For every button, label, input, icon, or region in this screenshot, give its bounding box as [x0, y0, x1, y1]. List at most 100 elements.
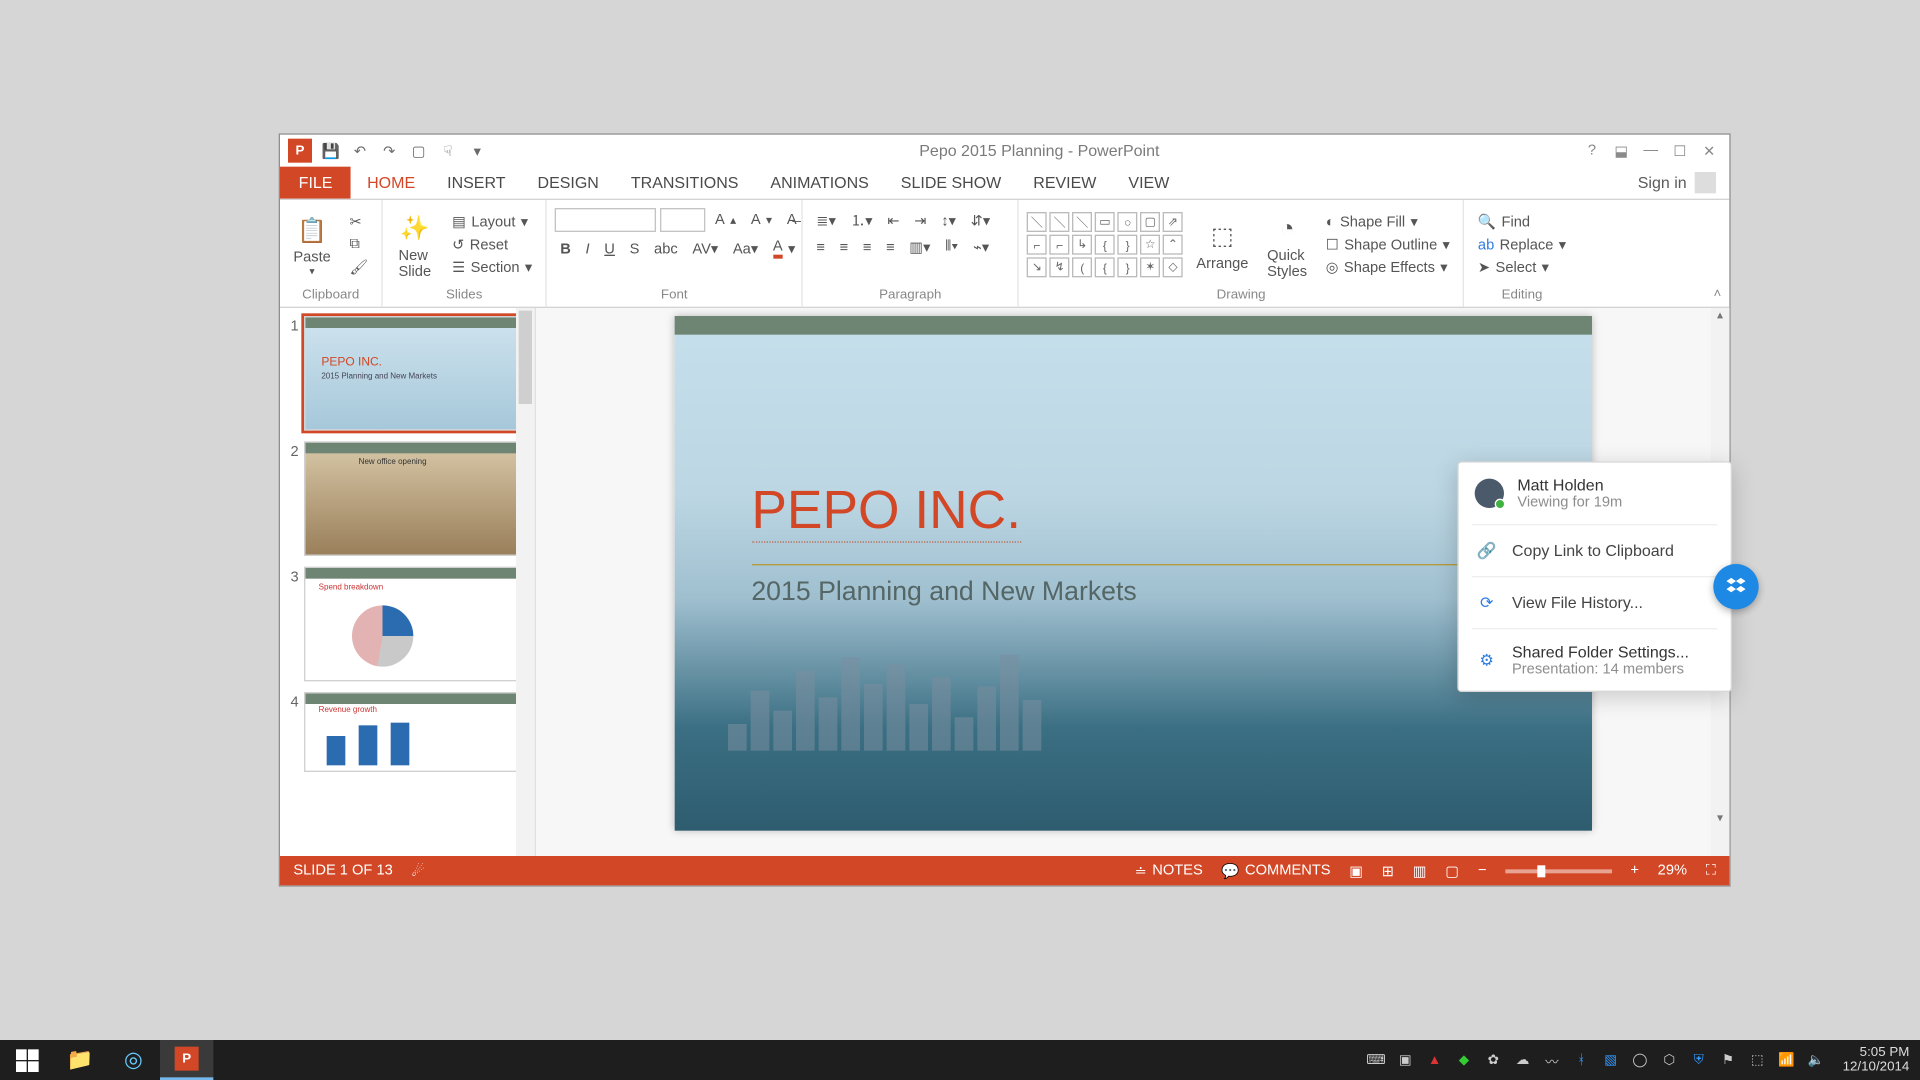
normal-view-icon[interactable]: ▣	[1349, 862, 1363, 879]
slide-1[interactable]: PEPO INC. 2015 Planning and New Markets	[674, 316, 1591, 831]
numbering-button[interactable]: ⒈▾	[845, 208, 878, 232]
copy-link-button[interactable]: 🔗 Copy Link to Clipboard	[1459, 525, 1731, 576]
slide-title[interactable]: PEPO INC.	[751, 481, 1021, 542]
tray-icon[interactable]: ⚑	[1717, 1049, 1738, 1070]
notes-button[interactable]: ≐ NOTES	[1135, 862, 1203, 879]
find-button[interactable]: 🔍Find	[1473, 212, 1572, 232]
zoom-out-button[interactable]: −	[1478, 863, 1487, 879]
qat-more-icon[interactable]: ▾	[467, 140, 488, 161]
tray-icon[interactable]: ▣	[1395, 1049, 1416, 1070]
wifi-icon[interactable]: 📶	[1776, 1049, 1797, 1070]
shapes-gallery[interactable]: ＼＼＼▭○▢⇗ ⌐⌐↳{}☆⌃ ↘↯({}✶◇	[1027, 212, 1183, 277]
justify-button[interactable]: ≡	[881, 238, 900, 257]
thumbnail-4[interactable]: 4 Revenue growth	[285, 692, 529, 772]
thumbnails-scrollbar[interactable]	[516, 308, 535, 856]
tab-transitions[interactable]: TRANSITIONS	[615, 167, 755, 199]
sign-in-link[interactable]: Sign in	[1638, 167, 1730, 199]
redo-icon[interactable]: ↷	[379, 140, 400, 161]
shared-folder-settings-button[interactable]: ⚙ Shared Folder Settings... Presentation…	[1459, 629, 1731, 690]
close-icon[interactable]: ✕	[1700, 141, 1719, 160]
undo-icon[interactable]: ↶	[349, 140, 370, 161]
save-icon[interactable]: 💾	[320, 140, 341, 161]
quick-styles-button[interactable]: ◔Quick Styles	[1262, 207, 1313, 282]
reset-button[interactable]: ↺Reset	[447, 235, 538, 255]
ribbon-collapse-icon[interactable]: ⬓	[1612, 141, 1631, 160]
thumbnail-3[interactable]: 3 Spend breakdown	[285, 567, 529, 682]
fit-to-window-icon[interactable]: ⛶	[1706, 862, 1716, 879]
file-history-button[interactable]: ⟳ View File History...	[1459, 577, 1731, 628]
underline-button[interactable]: U	[599, 239, 620, 258]
section-button[interactable]: ☰Section ▾	[447, 257, 538, 277]
tray-icon[interactable]: ◯	[1629, 1049, 1650, 1070]
thumbnail-2[interactable]: 2 New office opening	[285, 441, 529, 556]
font-color-button[interactable]: A▾	[768, 237, 801, 260]
shape-effects-button[interactable]: ◎Shape Effects ▾	[1320, 257, 1455, 277]
tray-icon[interactable]: ☁	[1512, 1049, 1533, 1070]
volume-icon[interactable]: 🔈	[1805, 1049, 1826, 1070]
shape-outline-button[interactable]: ☐Shape Outline ▾	[1320, 235, 1455, 255]
arrange-button[interactable]: ⬚Arrange	[1191, 215, 1254, 274]
tab-home[interactable]: HOME	[351, 167, 431, 199]
tab-review[interactable]: REVIEW	[1017, 167, 1112, 199]
bold-button[interactable]: B	[555, 239, 576, 258]
maximize-icon[interactable]: ☐	[1671, 141, 1690, 160]
align-right-button[interactable]: ≡	[857, 238, 876, 257]
new-slide-button[interactable]: ✨New Slide	[391, 207, 439, 282]
char-spacing-button[interactable]: AV▾	[687, 239, 724, 259]
reading-view-icon[interactable]: ▥	[1413, 862, 1427, 879]
slideshow-icon[interactable]: ▢	[408, 140, 429, 161]
layout-button[interactable]: ▤Layout ▾	[447, 212, 538, 232]
cut-button[interactable]: ✂	[344, 212, 373, 232]
slide-counter[interactable]: SLIDE 1 OF 13	[293, 863, 392, 879]
increase-indent-button[interactable]: ⇥	[909, 210, 932, 230]
tray-icon[interactable]: ⬚	[1747, 1049, 1768, 1070]
change-case-button[interactable]: Aa▾	[728, 239, 764, 259]
tray-icon[interactable]: ▧	[1600, 1049, 1621, 1070]
tray-icon[interactable]: ⬡	[1659, 1049, 1680, 1070]
smartart-button[interactable]: ⌁▾	[968, 237, 995, 257]
font-name-combo[interactable]	[555, 208, 656, 232]
tab-insert[interactable]: INSERT	[431, 167, 521, 199]
thumbnail-1[interactable]: 1 PEPO INC.2015 Planning and New Markets	[285, 316, 529, 431]
slideshow-view-icon[interactable]: ▢	[1445, 862, 1459, 879]
taskbar-powerpoint[interactable]: P	[160, 1040, 213, 1080]
bullets-button[interactable]: ≣▾	[811, 210, 841, 230]
taskbar-app-1[interactable]: ◎	[107, 1040, 160, 1080]
spellcheck-icon[interactable]: ☄	[411, 862, 424, 879]
tray-icon[interactable]: ▲	[1424, 1049, 1445, 1070]
zoom-percent[interactable]: 29%	[1658, 863, 1687, 879]
tray-icon[interactable]: ⛨	[1688, 1049, 1709, 1070]
align-text-button[interactable]: ⫴▾	[940, 237, 964, 257]
zoom-slider[interactable]	[1505, 869, 1612, 873]
start-button[interactable]	[0, 1040, 53, 1080]
tray-icon[interactable]: ✿	[1483, 1049, 1504, 1070]
taskbar-explorer[interactable]: 📁	[53, 1040, 106, 1080]
sorter-view-icon[interactable]: ⊞	[1382, 862, 1394, 879]
shrink-font-button[interactable]: A▾	[746, 211, 778, 230]
slide-subtitle[interactable]: 2015 Planning and New Markets	[751, 577, 1136, 608]
tab-animations[interactable]: ANIMATIONS	[754, 167, 884, 199]
comments-button[interactable]: 💬 COMMENTS	[1221, 862, 1330, 879]
align-left-button[interactable]: ≡	[811, 238, 830, 257]
collapse-ribbon-icon[interactable]: ˄	[1714, 287, 1722, 302]
shadow-button[interactable]: abc	[649, 239, 683, 258]
font-size-combo[interactable]	[660, 208, 705, 232]
tab-design[interactable]: DESIGN	[522, 167, 615, 199]
bluetooth-icon[interactable]: ᚼ	[1571, 1049, 1592, 1070]
clear-formatting-button[interactable]: A̶	[781, 211, 801, 230]
paste-button[interactable]: 📋Paste▾	[288, 209, 336, 280]
tray-icon[interactable]: ◆	[1453, 1049, 1474, 1070]
strike-button[interactable]: S	[624, 239, 644, 258]
touch-icon[interactable]: ☟	[437, 140, 458, 161]
format-painter-button[interactable]: 🖌	[344, 257, 373, 277]
select-button[interactable]: ➤Select ▾	[1473, 257, 1572, 277]
minimize-icon[interactable]: —	[1641, 141, 1660, 160]
columns-button[interactable]: ▥▾	[904, 237, 936, 257]
tab-view[interactable]: VIEW	[1112, 167, 1185, 199]
copy-button[interactable]: ⧉	[344, 235, 373, 255]
italic-button[interactable]: I	[580, 239, 595, 258]
grow-font-button[interactable]: A▴	[710, 211, 742, 230]
tab-slideshow[interactable]: SLIDE SHOW	[885, 167, 1017, 199]
keyboard-icon[interactable]: ⌨	[1365, 1049, 1386, 1070]
text-direction-button[interactable]: ⇵▾	[965, 210, 995, 230]
